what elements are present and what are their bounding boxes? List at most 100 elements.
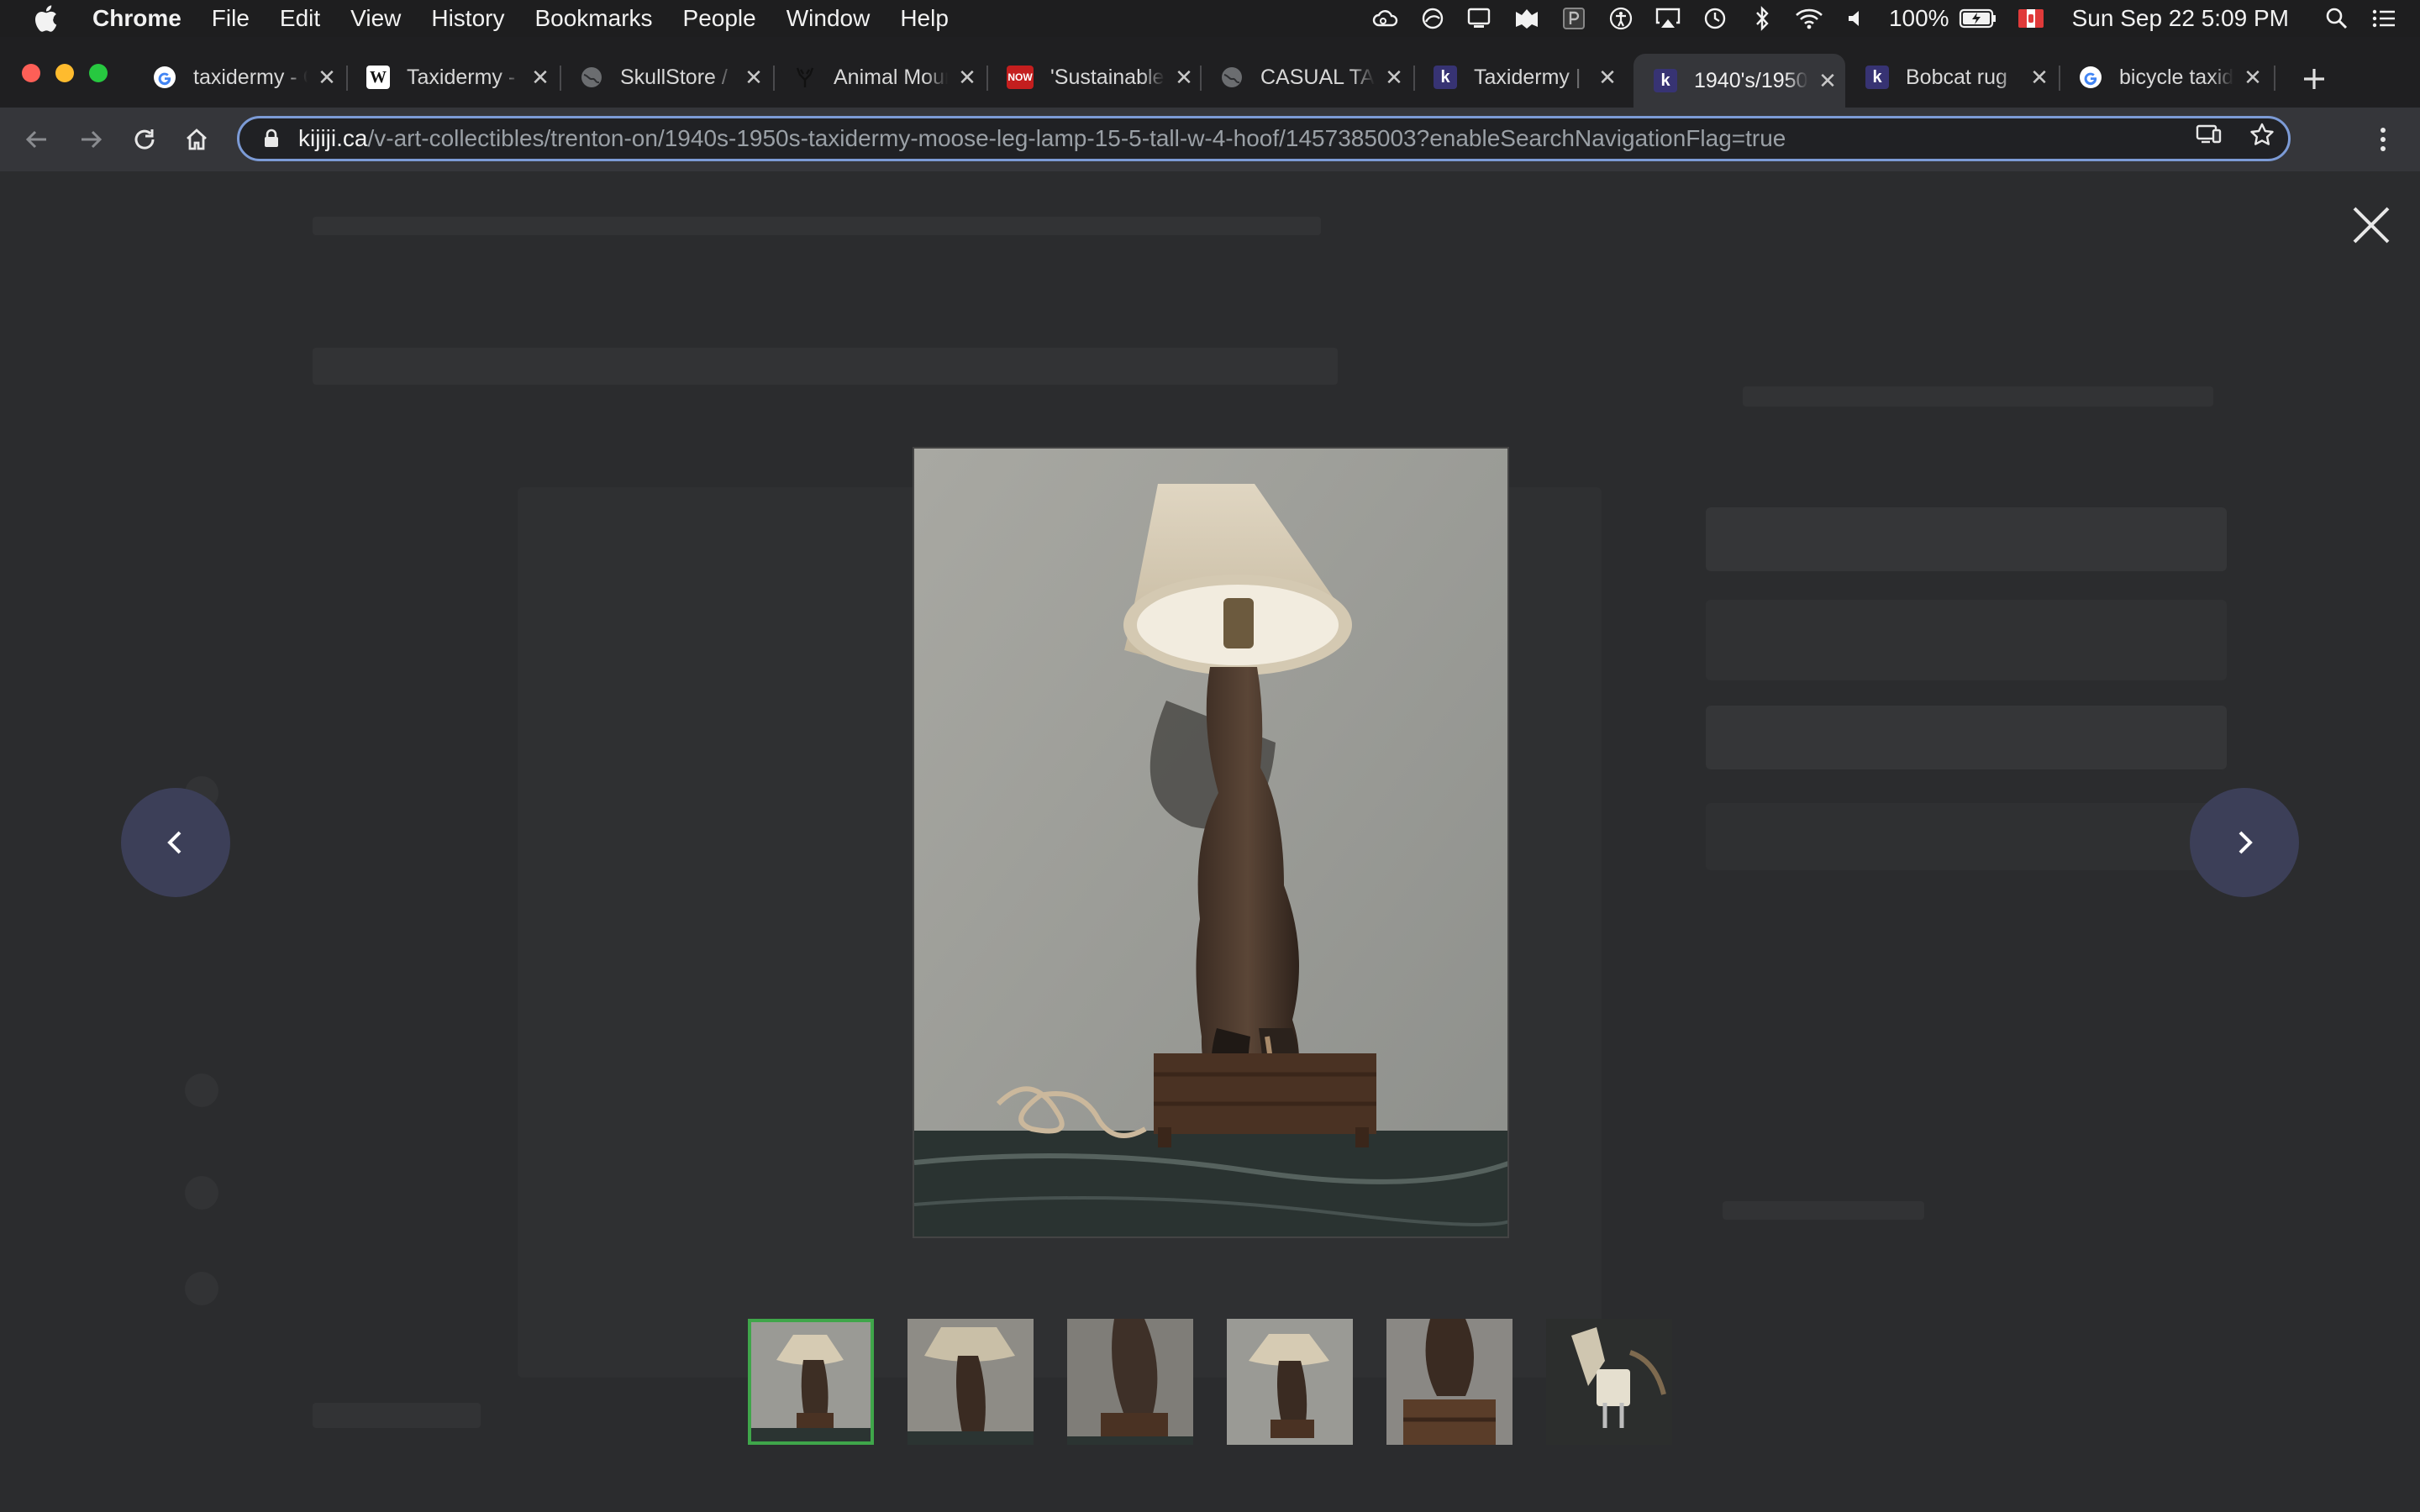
thumbnail-1-selected[interactable] bbox=[748, 1319, 874, 1445]
browser-toolbar: kijiji.ca/v-art-collectibles/trenton-on/… bbox=[0, 108, 2420, 171]
tab-close-icon[interactable]: ✕ bbox=[1383, 65, 1405, 90]
menu-view[interactable]: View bbox=[350, 5, 401, 32]
url-text: kijiji.ca/v-art-collectibles/trenton-on/… bbox=[298, 125, 1786, 152]
reload-icon[interactable] bbox=[126, 121, 163, 158]
apple-menu-icon[interactable] bbox=[32, 4, 60, 33]
wikipedia-icon: W bbox=[366, 66, 390, 89]
next-image-button[interactable] bbox=[2190, 788, 2299, 897]
tab-title: 'Sustainable bbox=[1050, 65, 1165, 89]
tab-close-icon[interactable]: ✕ bbox=[1173, 65, 1195, 90]
volume-icon[interactable] bbox=[1842, 4, 1870, 33]
tab-title: Taxidermy - Wikipedia bbox=[407, 65, 521, 89]
kijiji-icon: k bbox=[1865, 66, 1889, 89]
tab-title: Animal Mounts bbox=[834, 65, 948, 89]
kijiji-icon: k bbox=[1654, 69, 1677, 92]
window-close-button[interactable] bbox=[22, 64, 40, 82]
tab-title: CASUAL TAXIDERMY bbox=[1260, 65, 1375, 89]
lightbox-close-icon[interactable] bbox=[2348, 202, 2395, 249]
antler-icon bbox=[793, 66, 817, 89]
address-bar[interactable]: kijiji.ca/v-art-collectibles/trenton-on/… bbox=[237, 116, 2291, 161]
cast-icon[interactable] bbox=[2191, 118, 2225, 151]
window-minimize-button[interactable] bbox=[55, 64, 74, 82]
underlay-sidebar-button bbox=[1706, 706, 2227, 769]
thumbnail-5[interactable] bbox=[1386, 1319, 1512, 1445]
chevron-left-icon bbox=[167, 831, 182, 854]
tab-close-icon[interactable]: ✕ bbox=[2242, 65, 2264, 90]
tab-casual-taxidermy[interactable]: CASUAL TAXIDERMY ✕ bbox=[1200, 54, 1412, 101]
menu-edit[interactable]: Edit bbox=[280, 5, 320, 32]
tab-sustainable[interactable]: NOW 'Sustainable ✕ bbox=[986, 54, 1198, 101]
tab-close-icon[interactable]: ✕ bbox=[1817, 68, 1839, 93]
tab-kijiji-lamp-active[interactable]: k 1940's/1950's ✕ bbox=[1634, 54, 1845, 108]
tab-google-taxidermy[interactable]: taxidermy - Google Search ✕ bbox=[133, 54, 345, 101]
parking-icon[interactable] bbox=[1560, 4, 1588, 33]
malwarebytes-icon[interactable] bbox=[1512, 4, 1541, 33]
tab-close-icon[interactable]: ✕ bbox=[2028, 65, 2050, 90]
menu-people[interactable]: People bbox=[683, 5, 756, 32]
google-icon bbox=[153, 66, 176, 89]
tab-kijiji-taxidermy[interactable]: k Taxidermy | Kijiji ✕ bbox=[1413, 54, 1625, 101]
tab-title: taxidermy - Google Search bbox=[193, 65, 308, 89]
tab-title: SkullStore / Skull bbox=[620, 65, 734, 89]
underlay-share-icon bbox=[185, 1074, 218, 1107]
wifi-icon[interactable] bbox=[1795, 4, 1823, 33]
previous-image-button[interactable] bbox=[121, 788, 230, 897]
battery-icon[interactable] bbox=[1958, 4, 1998, 33]
thumbnail-6[interactable] bbox=[1546, 1319, 1672, 1445]
now-icon: NOW bbox=[1007, 66, 1034, 89]
url-host: kijiji.ca bbox=[298, 125, 368, 151]
tab-title: Taxidermy | Kijiji bbox=[1474, 65, 1588, 89]
menu-bar: Chrome File Edit View History Bookmarks … bbox=[0, 0, 2420, 37]
creative-cloud-icon[interactable] bbox=[1371, 4, 1400, 33]
time-machine-icon[interactable] bbox=[1701, 4, 1729, 33]
tab-close-icon[interactable]: ✕ bbox=[956, 65, 978, 90]
thumbnail-4[interactable] bbox=[1227, 1319, 1353, 1445]
airplay-icon[interactable] bbox=[1654, 4, 1682, 33]
menu-help[interactable]: Help bbox=[900, 5, 949, 32]
underlay-sidebar-button bbox=[1706, 803, 2227, 870]
menubar-clock[interactable]: Sun Sep 22 5:09 PM bbox=[2072, 5, 2289, 32]
tab-close-icon[interactable]: ✕ bbox=[529, 65, 551, 90]
spotlight-search-icon[interactable] bbox=[2323, 4, 2351, 33]
chrome-menu-icon[interactable] bbox=[2366, 123, 2400, 156]
back-arrow-icon[interactable] bbox=[18, 121, 55, 158]
underlay-sidebar-box bbox=[1706, 507, 2227, 571]
tab-wikipedia-taxidermy[interactable]: W Taxidermy - Wikipedia ✕ bbox=[346, 54, 558, 101]
tab-bobcat-rug[interactable]: k Bobcat rug ✕ bbox=[1845, 54, 2057, 101]
tab-skullstore[interactable]: SkullStore / Skull ✕ bbox=[560, 54, 771, 101]
thumbnail-2[interactable] bbox=[908, 1319, 1034, 1445]
sync-icon[interactable] bbox=[1418, 4, 1447, 33]
menu-app-name[interactable]: Chrome bbox=[92, 5, 182, 32]
tab-close-icon[interactable]: ✕ bbox=[743, 65, 765, 90]
canada-flag-icon[interactable] bbox=[2017, 4, 2045, 33]
menu-bookmarks[interactable]: Bookmarks bbox=[534, 5, 652, 32]
bookmark-star-icon[interactable] bbox=[2245, 118, 2279, 151]
new-tab-button[interactable] bbox=[2297, 62, 2331, 96]
forward-arrow-icon[interactable] bbox=[72, 121, 109, 158]
tab-animal-mounts[interactable]: Animal Mounts ✕ bbox=[773, 54, 985, 101]
google-icon bbox=[2079, 66, 2102, 89]
window-zoom-button[interactable] bbox=[89, 64, 108, 82]
tab-title: Bobcat rug bbox=[1906, 65, 2007, 89]
home-icon[interactable] bbox=[178, 121, 215, 158]
menu-file[interactable]: File bbox=[212, 5, 250, 32]
tab-close-icon[interactable]: ✕ bbox=[316, 65, 338, 90]
underlay-share-icon bbox=[185, 1176, 218, 1210]
tab-strip: taxidermy - Google Search ✕ W Taxidermy … bbox=[0, 37, 2420, 108]
tab-title: 1940's/1950's bbox=[1694, 68, 1808, 92]
url-path: /v-art-collectibles/trenton-on/1940s-195… bbox=[367, 125, 1786, 151]
menu-history[interactable]: History bbox=[431, 5, 504, 32]
underlay-share-icon bbox=[185, 1272, 218, 1305]
accessibility-icon[interactable] bbox=[1607, 4, 1635, 33]
thumbnail-3[interactable] bbox=[1067, 1319, 1193, 1445]
battery-percent: 100% bbox=[1888, 5, 1949, 31]
display-sharing-icon[interactable] bbox=[1465, 4, 1494, 33]
lock-icon[interactable] bbox=[261, 129, 281, 149]
tab-bicycle-taxidermy[interactable]: bicycle taxidermy ✕ bbox=[2059, 54, 2270, 101]
underlay-title bbox=[313, 348, 1338, 385]
underlay-breadcrumb bbox=[313, 217, 1321, 235]
bluetooth-icon[interactable] bbox=[1748, 4, 1776, 33]
menu-window[interactable]: Window bbox=[786, 5, 871, 32]
tab-close-icon[interactable]: ✕ bbox=[1597, 65, 1618, 90]
notification-center-icon[interactable] bbox=[2370, 4, 2398, 33]
